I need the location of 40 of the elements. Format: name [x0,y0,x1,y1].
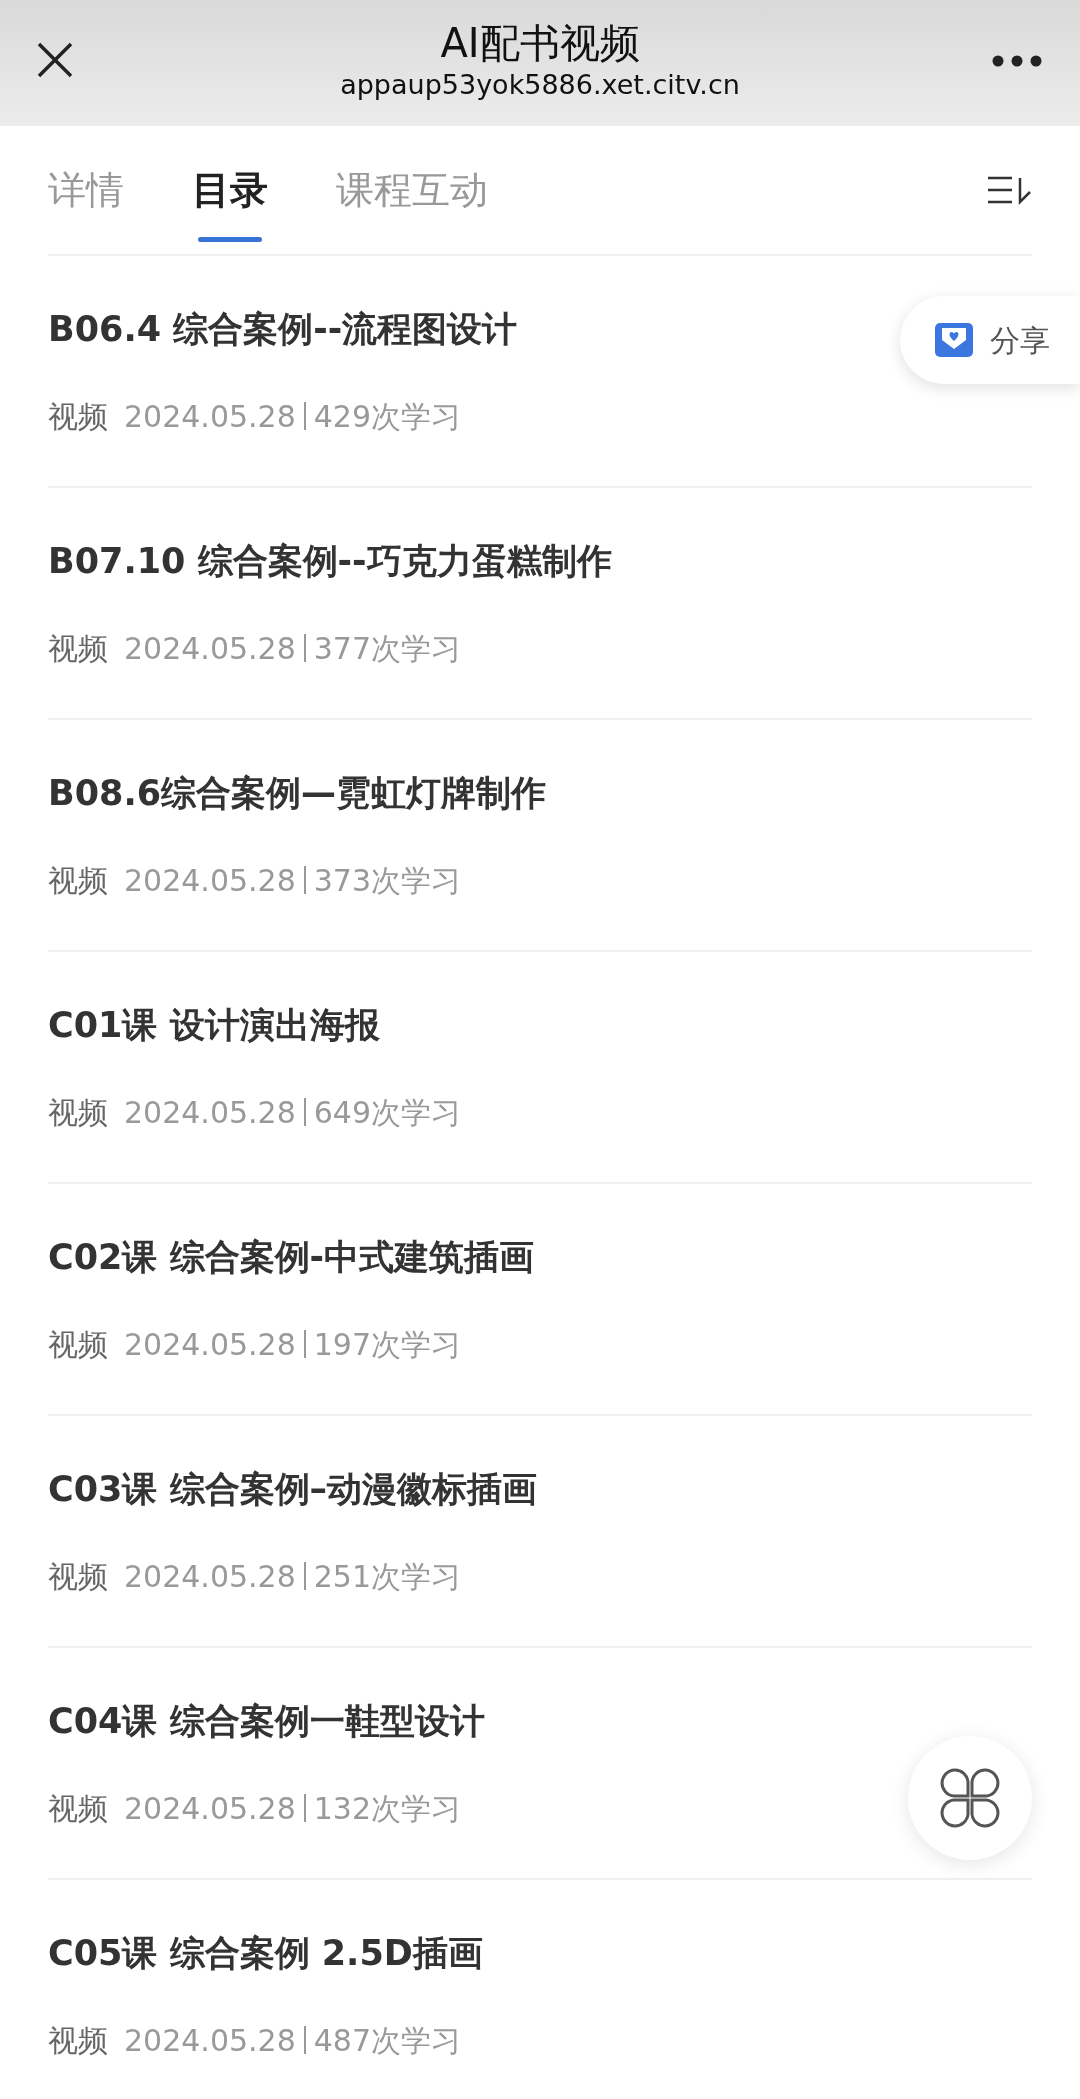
view-count: 251次学习 [313,1557,462,1596]
lesson-date: 2024.05.28 [124,1325,296,1364]
lesson-type: 视频 [48,2021,108,2060]
lesson-type: 视频 [48,1325,108,1364]
lesson-type: 视频 [48,629,108,668]
lesson-title[interactable]: C02课 综合案例-中式建筑插画 [48,1231,535,1284]
view-count: 429次学习 [313,397,462,436]
view-count: 132次学习 [313,1789,462,1828]
lesson-title[interactable]: B07.10 综合案例--巧克力蛋糕制作 [48,535,612,588]
more-icon[interactable] [992,55,1042,67]
lesson-title[interactable]: B06.4 综合案例--流程图设计 [48,303,518,356]
lesson-date: 2024.05.28 [124,1093,296,1132]
view-count: 487次学习 [313,2021,462,2060]
sort-icon[interactable] [986,175,1032,205]
lesson-date: 2024.05.28 [124,861,296,900]
view-count: 373次学习 [313,861,462,900]
lesson-type: 视频 [48,1557,108,1596]
page-url: appaup53yok5886.xet.citv.cn [340,67,740,102]
lesson-date: 2024.05.28 [124,2021,296,2060]
lesson-date: 2024.05.28 [124,1557,296,1596]
clover-icon [939,1767,1001,1829]
lesson-type: 视频 [48,1789,108,1828]
share-button[interactable]: 分享 [900,296,1080,384]
view-count: 649次学习 [313,1093,462,1132]
lesson-date: 2024.05.28 [124,1789,296,1828]
lesson-title[interactable]: C03课 综合案例–动漫徽标插画 [48,1463,538,1516]
lesson-date: 2024.05.28 [124,629,296,668]
tab[interactable]: 目录 [192,126,268,254]
lesson-title[interactable]: C04课 综合案例一鞋型设计 [48,1695,485,1748]
page-title: AI配书视频 [440,20,640,65]
view-count: 197次学习 [313,1325,462,1364]
lesson-title[interactable]: C01课 设计演出海报 [48,999,380,1052]
lesson-title[interactable]: C05课 综合案例 2.5D插画 [48,1927,483,1980]
lesson-type: 视频 [48,1093,108,1132]
lesson-title[interactable]: B08.6综合案例—霓虹灯牌制作 [48,767,547,820]
view-count: 377次学习 [313,629,462,668]
close-icon[interactable] [35,40,75,80]
lesson-type: 视频 [48,397,108,436]
lesson-type: 视频 [48,861,108,900]
lesson-date: 2024.05.28 [124,397,296,436]
